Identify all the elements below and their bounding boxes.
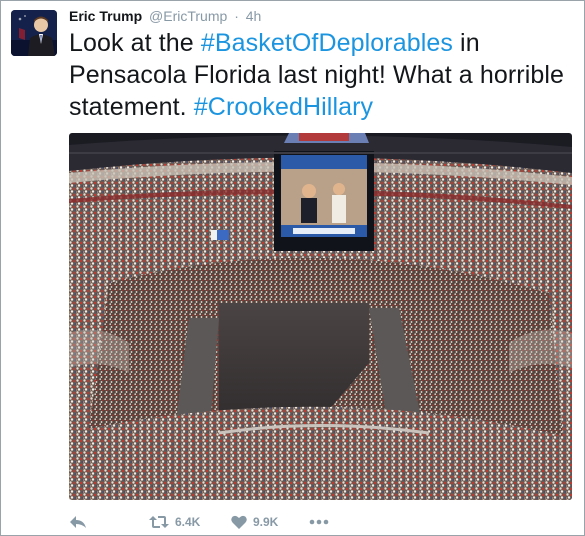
hashtag-link-crookedhillary[interactable]: #CrookedHillary [194, 93, 373, 121]
tweet-card: Eric Trump @EricTrump · 4h Look at the #… [0, 0, 585, 536]
author-handle[interactable]: @EricTrump [149, 8, 227, 24]
retweet-button[interactable]: 6.4K [149, 513, 200, 531]
hashtag-link-basketofdeplorables[interactable]: #BasketOfDeplorables [201, 29, 453, 57]
tweet-text-part: Look at the [69, 29, 201, 57]
retweet-count: 6.4K [175, 515, 201, 529]
more-button[interactable] [309, 513, 329, 531]
tweet-text: Look at the #BasketOfDeplorables in Pens… [69, 27, 569, 123]
tweet-timestamp[interactable]: 4h [246, 8, 262, 24]
heart-icon [231, 515, 247, 529]
tweet-photo[interactable] [69, 133, 572, 500]
author-name[interactable]: Eric Trump [69, 8, 142, 24]
reply-icon [70, 516, 86, 528]
tweet-header: Eric Trump @EricTrump · 4h [69, 8, 261, 24]
avatar[interactable] [11, 10, 57, 56]
retweet-icon [149, 516, 169, 528]
like-count: 9.9K [253, 515, 279, 529]
like-button[interactable]: 9.9K [231, 513, 278, 531]
separator-dot: · [234, 8, 239, 24]
more-icon [309, 519, 329, 525]
reply-button[interactable] [69, 513, 87, 531]
